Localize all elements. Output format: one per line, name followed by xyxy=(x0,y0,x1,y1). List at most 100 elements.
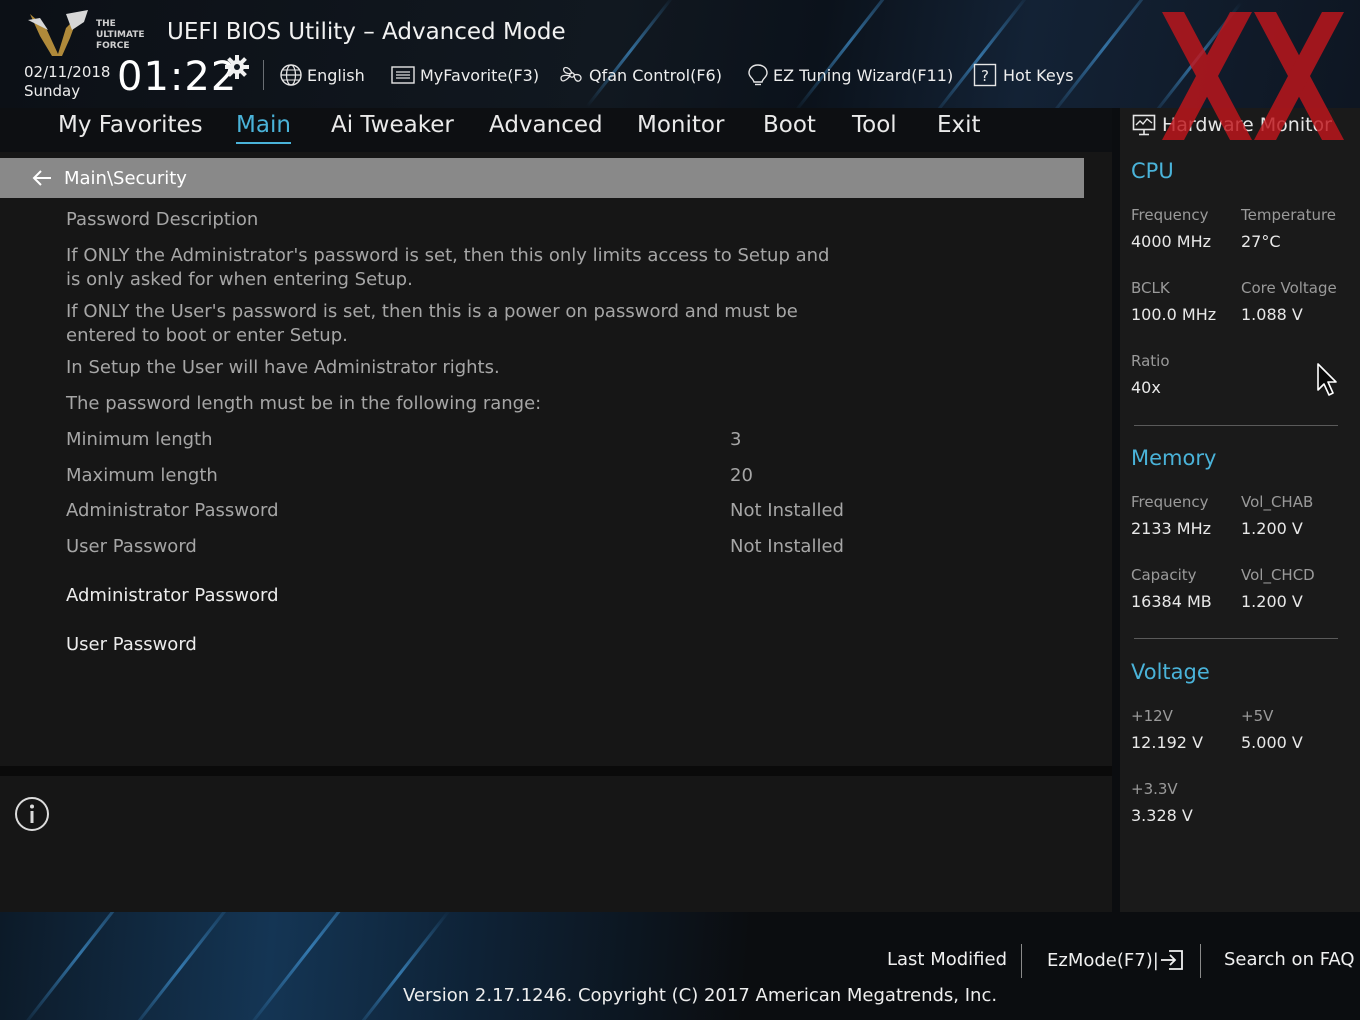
capacity-value: 16384 MB xyxy=(1131,592,1212,611)
v33-label: +3.3V xyxy=(1131,780,1178,798)
qfan-control-button[interactable]: Qfan Control(F6) xyxy=(559,63,722,87)
ezmode-button[interactable]: EzMode(F7)| xyxy=(1047,949,1185,971)
ratio-label: Ratio xyxy=(1131,352,1170,370)
gear-icon[interactable] xyxy=(225,55,249,79)
hardware-monitor-title: Hardware Monitor xyxy=(1162,114,1332,136)
myfavorite-button[interactable]: MyFavorite(F3) xyxy=(391,63,539,87)
description-text: The password length must be in the follo… xyxy=(66,393,542,414)
vol-chab-label: Vol_CHAB xyxy=(1241,493,1314,511)
help-key-icon: ? xyxy=(973,63,997,87)
user-password-status-label: User Password xyxy=(66,536,197,557)
tab-main[interactable]: Main xyxy=(236,112,291,144)
hardware-monitor-panel: Hardware Monitor CPU Frequency 4000 MHz … xyxy=(1120,108,1360,912)
max-length-value: 20 xyxy=(730,465,753,486)
last-modified-label: Last Modified xyxy=(887,949,1008,970)
globe-icon xyxy=(280,64,302,86)
page-title: UEFI BIOS Utility – Advanced Mode xyxy=(167,19,566,45)
max-length-label: Maximum length xyxy=(66,465,218,486)
mouse-cursor-icon xyxy=(1317,363,1337,396)
bclk-label: BCLK xyxy=(1131,279,1170,297)
footer-bar: Last Modified EzMode(F7)| Search on FAQ … xyxy=(0,912,1360,1020)
hot-keys-button[interactable]: ? Hot Keys xyxy=(973,63,1074,87)
ezmode-label: EzMode(F7)| xyxy=(1047,949,1159,971)
hot-keys-label: Hot Keys xyxy=(1003,65,1074,85)
header-bar: THE ULTIMATE FORCE UEFI BIOS Utility – A… xyxy=(0,0,1360,108)
monitor-icon xyxy=(1132,114,1156,136)
user-password-item[interactable]: User Password xyxy=(66,634,197,655)
info-icon xyxy=(15,797,49,831)
administrator-password-item[interactable]: Administrator Password xyxy=(66,585,279,606)
header-divider xyxy=(263,60,264,90)
description-text: In Setup the User will have Administrato… xyxy=(66,357,500,378)
description-text: If ONLY the Administrator's password is … xyxy=(66,245,830,266)
footer-divider xyxy=(1021,944,1022,978)
back-arrow-icon[interactable] xyxy=(32,169,52,187)
tab-boot[interactable]: Boot xyxy=(763,112,816,138)
cpu-frequency-label: Frequency xyxy=(1131,206,1209,224)
min-length-label: Minimum length xyxy=(66,429,213,450)
tuf-logo: THE ULTIMATE FORCE xyxy=(26,8,148,58)
vol-chab-value: 1.200 V xyxy=(1241,519,1303,538)
language-button[interactable]: English xyxy=(279,63,365,87)
description-heading: Password Description xyxy=(66,209,259,230)
core-voltage-value: 1.088 V xyxy=(1241,305,1303,324)
hardware-monitor-header: Hardware Monitor xyxy=(1132,114,1332,136)
min-length-value: 3 xyxy=(730,429,742,450)
section-divider xyxy=(1134,638,1338,639)
admin-password-status-label: Administrator Password xyxy=(66,500,279,521)
vol-chcd-label: Vol_CHCD xyxy=(1241,566,1315,584)
tab-monitor[interactable]: Monitor xyxy=(637,112,724,138)
date-display: 02/11/2018 xyxy=(24,63,111,81)
voltage-heading: Voltage xyxy=(1131,660,1210,684)
search-faq-button[interactable]: Search on FAQ xyxy=(1224,949,1355,970)
description-text: If ONLY the User's password is set, then… xyxy=(66,301,798,322)
exit-to-ezmode-icon xyxy=(1160,950,1183,970)
copyright-text: Version 2.17.1246. Copyright (C) 2017 Am… xyxy=(403,985,998,1006)
section-divider xyxy=(1134,425,1338,426)
day-display: Sunday xyxy=(24,82,81,100)
admin-password-status-value: Not Installed xyxy=(730,500,844,521)
myfavorite-label: MyFavorite(F3) xyxy=(420,65,540,85)
search-faq-label: Search on FAQ xyxy=(1224,949,1355,970)
svg-text:THE: THE xyxy=(96,19,116,29)
cpu-frequency-value: 4000 MHz xyxy=(1131,232,1212,251)
vol-chcd-value: 1.200 V xyxy=(1241,592,1303,611)
user-password-status-value: Not Installed xyxy=(730,536,844,557)
description-text: is only asked for when entering Setup. xyxy=(66,269,413,290)
clock-display: 01:22 xyxy=(117,54,238,100)
favorite-list-icon xyxy=(391,66,415,84)
ez-tuning-wizard-button[interactable]: EZ Tuning Wizard(F11) xyxy=(747,63,953,87)
last-modified-button[interactable]: Last Modified xyxy=(887,949,1007,970)
tab-exit[interactable]: Exit xyxy=(937,112,981,138)
ratio-value: 40x xyxy=(1131,378,1161,397)
breadcrumb[interactable]: Main\Security xyxy=(0,158,1084,198)
tab-my-favorites[interactable]: My Favorites xyxy=(58,112,203,138)
cpu-heading: CPU xyxy=(1131,159,1174,183)
fan-icon xyxy=(560,66,582,82)
tab-ai-tweaker[interactable]: Ai Tweaker xyxy=(331,112,454,138)
tab-advanced[interactable]: Advanced xyxy=(489,112,603,138)
breadcrumb-path: Main\Security xyxy=(64,167,187,189)
svg-text:FORCE: FORCE xyxy=(96,41,129,51)
language-label: English xyxy=(307,65,365,85)
core-voltage-label: Core Voltage xyxy=(1241,279,1337,297)
lightbulb-icon xyxy=(748,64,768,86)
main-panel: Main\Security Password Description If ON… xyxy=(0,152,1112,766)
v12-value: 12.192 V xyxy=(1131,733,1204,752)
cpu-temperature-label: Temperature xyxy=(1241,206,1337,224)
svg-text:ULTIMATE: ULTIMATE xyxy=(96,30,145,40)
footer-divider xyxy=(1200,944,1201,978)
memory-heading: Memory xyxy=(1131,446,1217,470)
v33-value: 3.328 V xyxy=(1131,806,1193,825)
memory-frequency-label: Frequency xyxy=(1131,493,1209,511)
cpu-temperature-value: 27°C xyxy=(1241,232,1281,251)
v5-label: +5V xyxy=(1241,707,1274,725)
memory-frequency-value: 2133 MHz xyxy=(1131,519,1212,538)
ez-tuning-wizard-label: EZ Tuning Wizard(F11) xyxy=(773,65,954,85)
description-text: entered to boot or enter Setup. xyxy=(66,325,348,346)
svg-text:?: ? xyxy=(981,67,989,85)
v12-label: +12V xyxy=(1131,707,1173,725)
tab-tool[interactable]: Tool xyxy=(852,112,897,138)
qfan-control-label: Qfan Control(F6) xyxy=(589,65,722,85)
help-panel xyxy=(0,776,1112,912)
